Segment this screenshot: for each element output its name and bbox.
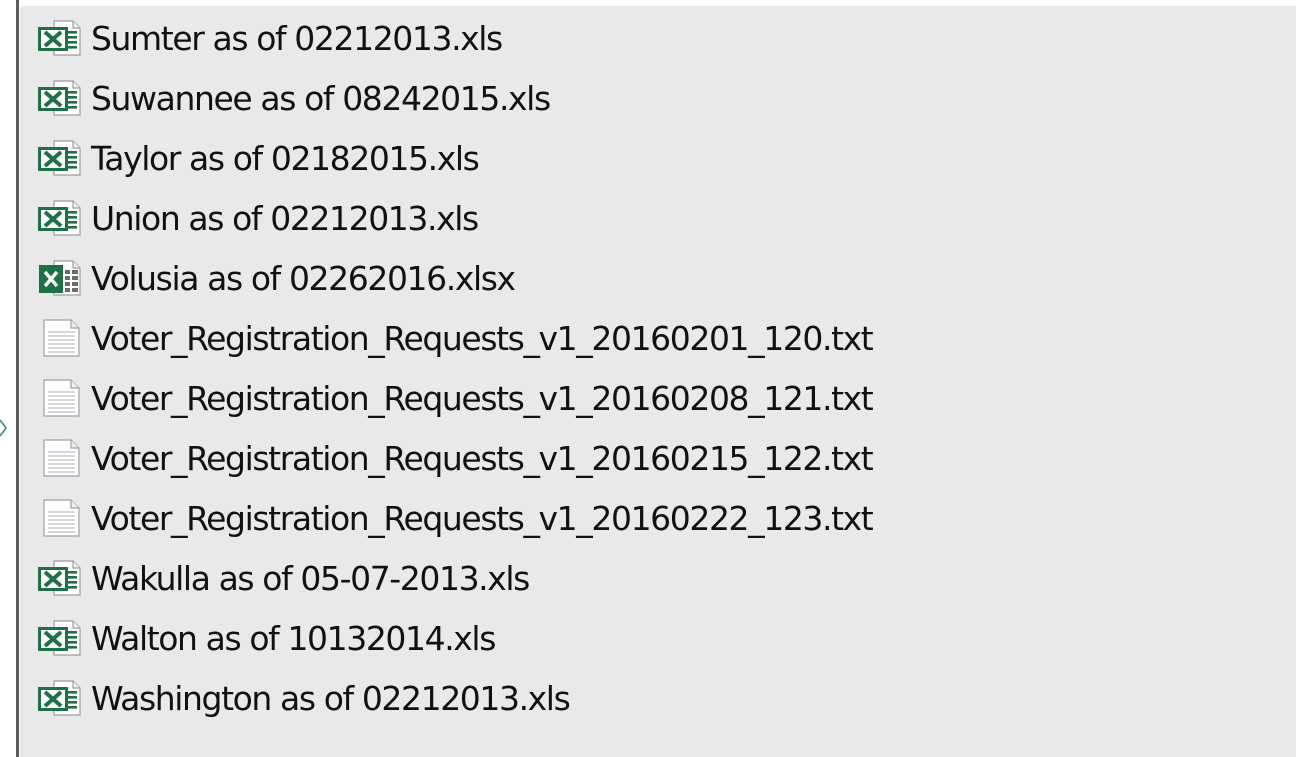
file-name[interactable]: Voter_Registration_Requests_v1_20160222_… bbox=[91, 502, 874, 535]
excel-xls-icon bbox=[38, 80, 81, 116]
file-name[interactable]: Taylor as of 02182015.xls bbox=[91, 142, 480, 175]
file-row[interactable]: Walton as of 10132014.xls bbox=[34, 608, 1274, 668]
excel-xls-icon bbox=[38, 200, 81, 236]
file-name[interactable]: Union as of 02212013.xls bbox=[91, 202, 479, 235]
file-row[interactable]: Sumter as of 02212013.xls bbox=[34, 8, 1274, 68]
file-list: Sumter as of 02212013.xls Suwannee as of… bbox=[34, 8, 1274, 728]
file-row[interactable]: Suwannee as of 08242015.xls bbox=[34, 68, 1274, 128]
excel-xls-icon bbox=[38, 680, 81, 716]
excel-xls-icon bbox=[38, 560, 81, 596]
text-file-icon bbox=[43, 379, 80, 417]
text-file-icon bbox=[43, 499, 80, 537]
file-name[interactable]: Walton as of 10132014.xls bbox=[91, 622, 496, 655]
file-row[interactable]: Voter_Registration_Requests_v1_20160222_… bbox=[34, 488, 1274, 548]
file-name[interactable]: Volusia as of 02262016.xlsx bbox=[91, 262, 516, 295]
excel-xlsx-icon bbox=[39, 260, 81, 296]
file-row[interactable]: Union as of 02212013.xls bbox=[34, 188, 1274, 248]
pane-divider[interactable] bbox=[16, 0, 19, 757]
file-name[interactable]: Sumter as of 02212013.xls bbox=[91, 22, 503, 55]
resize-arrow-icon bbox=[0, 419, 7, 437]
excel-xls-icon bbox=[38, 20, 81, 56]
file-row[interactable]: Wakulla as of 05-07-2013.xls bbox=[34, 548, 1274, 608]
file-row[interactable]: Taylor as of 02182015.xls bbox=[34, 128, 1274, 188]
pane-top-edge bbox=[19, 0, 1296, 6]
file-row[interactable]: Volusia as of 02262016.xlsx bbox=[34, 248, 1274, 308]
file-name[interactable]: Suwannee as of 08242015.xls bbox=[91, 82, 551, 115]
file-row[interactable]: Voter_Registration_Requests_v1_20160201_… bbox=[34, 308, 1274, 368]
text-file-icon bbox=[43, 319, 80, 357]
file-name[interactable]: Voter_Registration_Requests_v1_20160215_… bbox=[91, 442, 874, 475]
excel-xls-icon bbox=[38, 620, 81, 656]
file-name[interactable]: Wakulla as of 05-07-2013.xls bbox=[91, 562, 530, 595]
file-row[interactable]: Washington as of 02212013.xls bbox=[34, 668, 1274, 728]
file-name[interactable]: Voter_Registration_Requests_v1_20160201_… bbox=[91, 322, 874, 355]
text-file-icon bbox=[43, 439, 80, 477]
file-row[interactable]: Voter_Registration_Requests_v1_20160215_… bbox=[34, 428, 1274, 488]
file-row[interactable]: Voter_Registration_Requests_v1_20160208_… bbox=[34, 368, 1274, 428]
file-name[interactable]: Washington as of 02212013.xls bbox=[91, 682, 571, 715]
excel-xls-icon bbox=[38, 140, 81, 176]
file-name[interactable]: Voter_Registration_Requests_v1_20160208_… bbox=[91, 382, 874, 415]
